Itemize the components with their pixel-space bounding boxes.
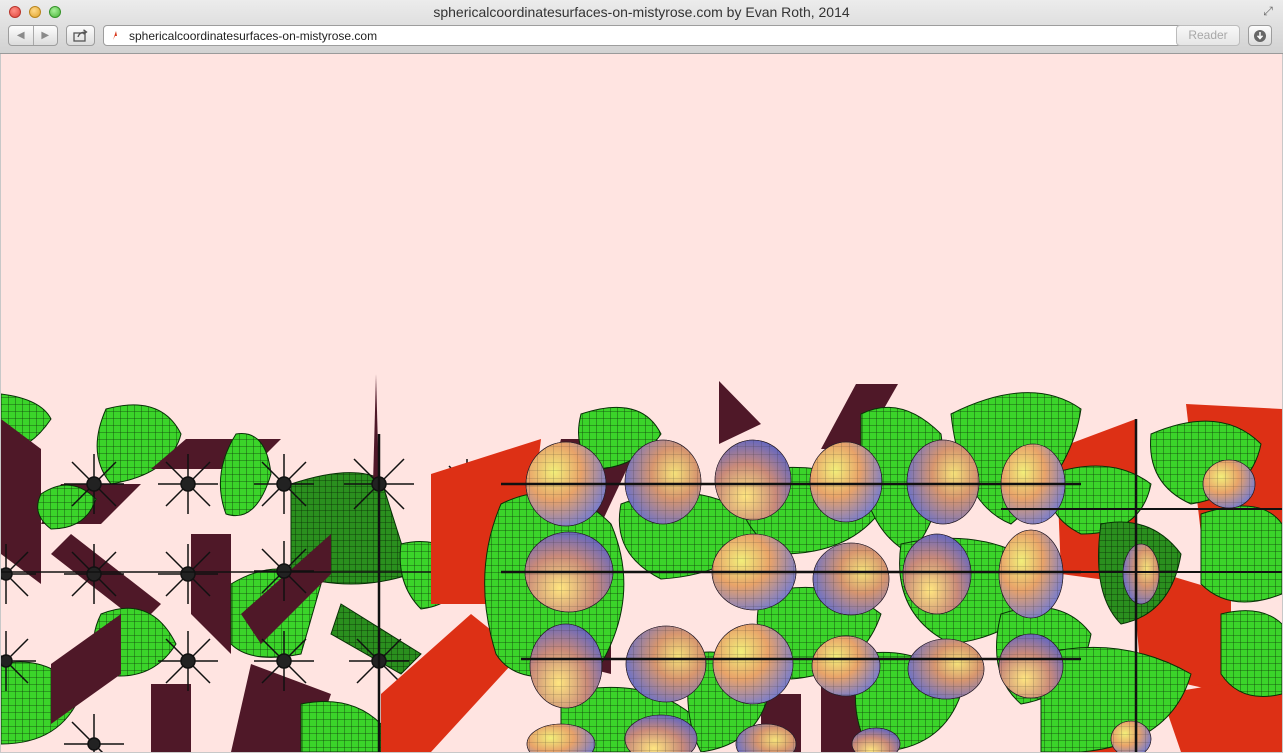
- artwork-canvas: [1, 54, 1282, 752]
- downloads-button[interactable]: [1248, 25, 1272, 46]
- window-title: sphericalcoordinatesurfaces-on-mistyrose…: [433, 4, 850, 20]
- url-text[interactable]: sphericalcoordinatesurfaces-on-mistyrose…: [129, 29, 377, 43]
- sphere: [907, 638, 985, 700]
- reader-button[interactable]: Reader: [1176, 25, 1240, 46]
- web-content: [1, 54, 1282, 752]
- browser-window: sphericalcoordinatesurfaces-on-mistyrose…: [0, 0, 1283, 753]
- sphere: [906, 439, 980, 525]
- share-icon: [72, 29, 88, 42]
- sphere: [1202, 459, 1256, 509]
- sphere: [624, 439, 702, 525]
- sphere: [811, 635, 881, 697]
- title-bar: sphericalcoordinatesurfaces-on-mistyrose…: [0, 0, 1283, 54]
- sphere: [998, 633, 1064, 699]
- sphere: [625, 625, 707, 703]
- forward-arrow-icon: ▶: [41, 30, 50, 41]
- sphere: [529, 623, 603, 709]
- back-button[interactable]: ◀: [9, 26, 33, 45]
- back-arrow-icon: ◀: [16, 30, 25, 41]
- address-bar[interactable]: sphericalcoordinatesurfaces-on-mistyrose…: [103, 25, 1194, 46]
- sphere: [714, 439, 792, 521]
- forward-button[interactable]: ▶: [32, 26, 58, 45]
- sphere: [998, 529, 1064, 619]
- sphere: [809, 441, 883, 523]
- sphere: [712, 623, 794, 705]
- fullscreen-icon[interactable]: ⤢: [1261, 4, 1275, 18]
- share-button[interactable]: [66, 25, 95, 46]
- site-favicon-icon: [113, 31, 117, 40]
- nav-buttons: ◀ ▶: [8, 25, 58, 46]
- sphere: [812, 542, 890, 616]
- download-icon: [1254, 29, 1266, 42]
- sphere: [1122, 543, 1160, 605]
- sphere: [902, 533, 972, 615]
